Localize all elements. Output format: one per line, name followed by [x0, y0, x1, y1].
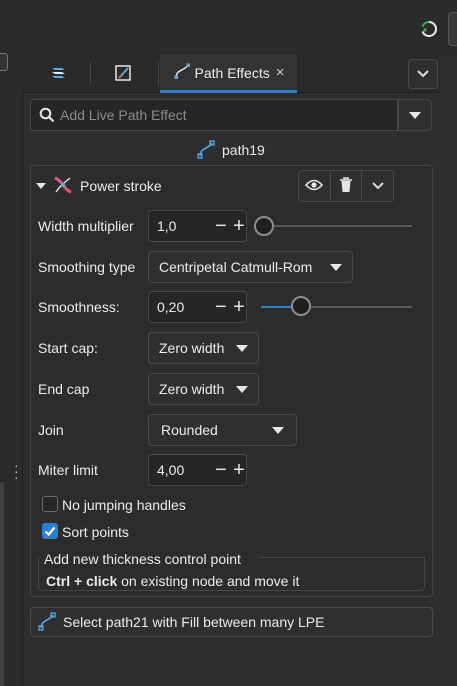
- select-path21-button[interactable]: Select path21 with Fill between many LPE: [30, 607, 433, 637]
- caret-down-icon: [409, 111, 421, 119]
- no-jumping-handles-checkbox[interactable]: [42, 496, 58, 512]
- join-value: Rounded: [161, 422, 218, 438]
- tab-path-effects[interactable]: Path Effects ×: [160, 55, 297, 93]
- end-cap-label: End cap: [38, 381, 90, 397]
- left-dock-tab[interactable]: [0, 53, 8, 71]
- caret-down-icon: [330, 263, 342, 271]
- fill-stroke-icon: [114, 64, 132, 85]
- smoothness-label: Smoothness:: [38, 299, 120, 315]
- tab-close-icon[interactable]: ×: [276, 64, 285, 81]
- lpe-header-buttons: [298, 170, 394, 202]
- search-icon: [39, 107, 55, 126]
- lpe-list-dropdown-button[interactable]: [398, 99, 432, 131]
- layers-icon: [50, 65, 68, 84]
- tab-fill-stroke[interactable]: [108, 55, 138, 93]
- start-cap-label: Start cap:: [38, 340, 98, 356]
- width-multiplier-spin: 1,0 − +: [148, 210, 247, 242]
- top-toolbar-strip: [0, 0, 457, 55]
- tab-separator: [90, 62, 91, 86]
- decrement-button[interactable]: −: [211, 455, 231, 485]
- path-icon: [196, 139, 216, 162]
- tab-menu-button[interactable]: [408, 59, 438, 89]
- start-cap-value: Zero width: [159, 340, 225, 356]
- add-lpe-search: [30, 99, 398, 131]
- top-right-button[interactable]: [448, 12, 457, 46]
- tab-path-effects-label: Path Effects: [194, 64, 270, 81]
- width-multiplier-label: Width multiplier: [38, 218, 134, 234]
- increment-button[interactable]: +: [229, 211, 249, 241]
- help-key-click: click: [86, 573, 118, 589]
- miter-limit-label: Miter limit: [38, 462, 98, 478]
- current-object: path19: [196, 138, 265, 162]
- no-jumping-handles-label: No jumping handles: [62, 497, 186, 513]
- chevron-down-icon: [371, 178, 385, 194]
- lpe-menu-button[interactable]: [362, 171, 393, 201]
- smoothing-type-combo[interactable]: Centripetal Catmull-Rom: [148, 251, 353, 283]
- join-combo[interactable]: Rounded: [148, 414, 297, 446]
- smoothing-type-label: Smoothing type: [38, 259, 136, 275]
- tab-layers[interactable]: [44, 55, 74, 93]
- help-rest: on existing node and move it: [117, 573, 300, 589]
- eye-icon: [305, 178, 324, 195]
- increment-button[interactable]: +: [229, 455, 249, 485]
- power-stroke-icon: [52, 174, 74, 199]
- end-cap-combo[interactable]: Zero width: [148, 373, 259, 405]
- start-cap-combo[interactable]: Zero width: [148, 332, 259, 364]
- help-key-ctrl: Ctrl: [46, 573, 71, 589]
- decrement-button[interactable]: −: [211, 292, 231, 322]
- smoothness-slider-fill: [261, 306, 292, 308]
- caret-down-icon: [236, 385, 248, 393]
- smoothing-type-value: Centripetal Catmull-Rom: [159, 259, 313, 275]
- left-dock-bar: [0, 482, 4, 686]
- width-multiplier-value[interactable]: 1,0: [157, 211, 176, 241]
- trash-icon: [339, 176, 353, 196]
- join-label: Join: [38, 422, 64, 438]
- chevron-down-icon: [416, 66, 430, 82]
- dock-grip-handle[interactable]: · · ·: [14, 458, 19, 484]
- checkmark-icon: [44, 526, 56, 537]
- expand-caret-icon[interactable]: [36, 183, 46, 189]
- object-name: path19: [222, 142, 265, 158]
- visibility-toggle[interactable]: [299, 171, 331, 201]
- path-icon: [37, 611, 57, 634]
- slider-knob[interactable]: [254, 216, 274, 236]
- caret-down-icon: [236, 344, 248, 352]
- increment-button[interactable]: +: [229, 292, 249, 322]
- smoothness-value[interactable]: 0,20: [157, 292, 184, 322]
- delete-button[interactable]: [331, 171, 363, 201]
- help-plus: +: [70, 573, 87, 589]
- path-effects-icon: [173, 62, 191, 83]
- sync-icon[interactable]: [419, 19, 439, 39]
- search-input[interactable]: [60, 100, 390, 130]
- tab-separator: [158, 62, 159, 86]
- sort-points-label: Sort points: [62, 524, 129, 540]
- smoothness-spin: 0,20 − +: [148, 291, 247, 323]
- width-multiplier-slider[interactable]: [257, 225, 412, 227]
- end-cap-value: Zero width: [159, 381, 225, 397]
- caret-down-icon: [272, 426, 284, 434]
- miter-limit-spin: 4,00 − +: [148, 454, 247, 486]
- decrement-button[interactable]: −: [211, 211, 231, 241]
- lpe-header[interactable]: Power stroke: [36, 172, 162, 200]
- sort-points-checkbox[interactable]: [42, 523, 58, 539]
- help-title: Add new thickness control point: [44, 551, 241, 567]
- effect-name: Power stroke: [80, 178, 162, 194]
- help-text: Ctrl + click on existing node and move i…: [46, 571, 299, 591]
- miter-limit-value[interactable]: 4,00: [157, 455, 184, 485]
- select-path21-label: Select path21 with Fill between many LPE: [63, 614, 325, 630]
